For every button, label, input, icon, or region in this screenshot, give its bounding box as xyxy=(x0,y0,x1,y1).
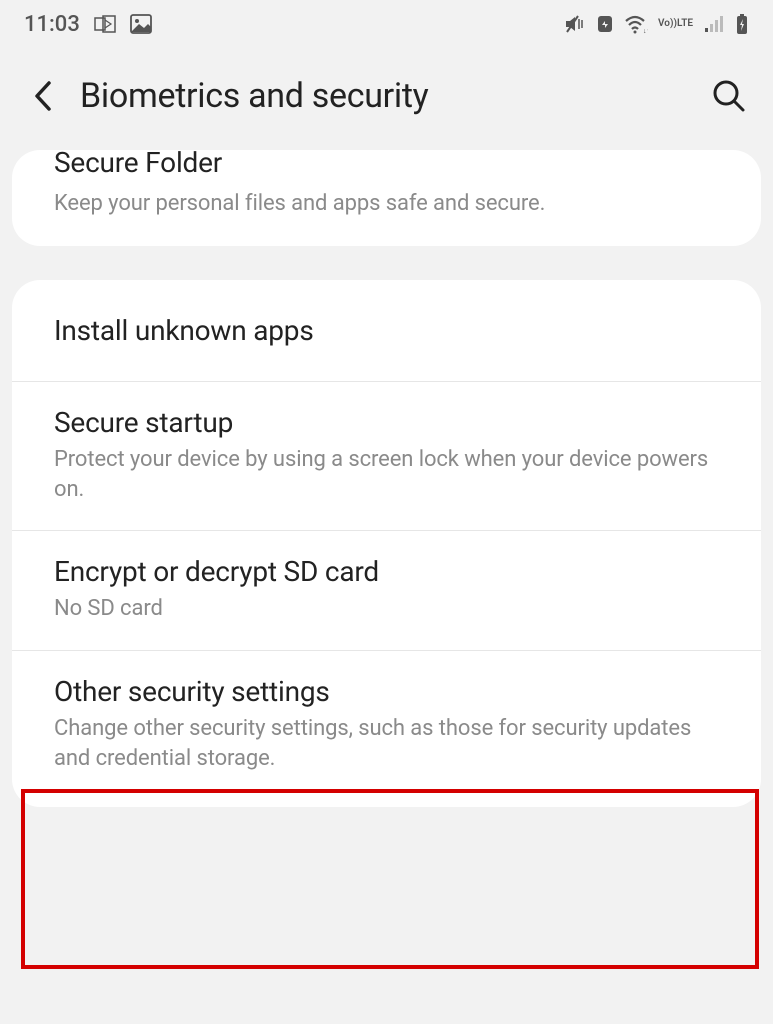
item-title: Secure startup xyxy=(54,406,719,439)
highlight-annotation xyxy=(21,789,759,969)
settings-list: Install unknown apps Secure startup Prot… xyxy=(12,280,761,807)
volte-icon: Vo)) LTE xyxy=(658,19,693,29)
item-subtitle: Protect your device by using a screen lo… xyxy=(54,445,719,504)
item-title: Other security settings xyxy=(54,675,719,708)
back-button[interactable] xyxy=(24,78,60,114)
install-unknown-apps-item[interactable]: Install unknown apps xyxy=(12,280,761,382)
app-header: Biometrics and security xyxy=(0,48,773,150)
status-bar-left: 11:03 xyxy=(24,12,152,37)
other-security-settings-item[interactable]: Other security settings Change other sec… xyxy=(12,651,761,807)
encrypt-sd-card-item[interactable]: Encrypt or decrypt SD card No SD card xyxy=(12,531,761,651)
item-subtitle: No SD card xyxy=(54,594,719,624)
page-title: Biometrics and security xyxy=(80,76,689,116)
battery-charging-icon xyxy=(735,13,749,35)
status-time: 11:03 xyxy=(24,12,80,37)
secure-folder-subtitle: Keep your personal files and apps safe a… xyxy=(54,191,719,216)
item-title: Encrypt or decrypt SD card xyxy=(54,555,719,588)
image-icon xyxy=(130,14,152,34)
secure-folder-card[interactable]: Secure Folder Keep your personal files a… xyxy=(12,150,761,246)
wifi-icon: ↓↑ xyxy=(624,14,648,34)
item-title: Install unknown apps xyxy=(54,314,719,347)
data-saver-icon xyxy=(596,14,614,34)
outlook-icon xyxy=(94,15,116,33)
secure-startup-item[interactable]: Secure startup Protect your device by us… xyxy=(12,382,761,531)
status-bar-right: ↓↑ Vo)) LTE xyxy=(564,13,749,35)
svg-text:↓↑: ↓↑ xyxy=(643,27,648,34)
mute-icon xyxy=(564,14,586,34)
signal-icon xyxy=(703,14,725,34)
status-bar: 11:03 ↓↑ Vo)) LTE xyxy=(0,0,773,48)
search-button[interactable] xyxy=(709,76,749,116)
item-subtitle: Change other security settings, such as … xyxy=(54,714,719,773)
secure-folder-title: Secure Folder xyxy=(54,146,719,179)
